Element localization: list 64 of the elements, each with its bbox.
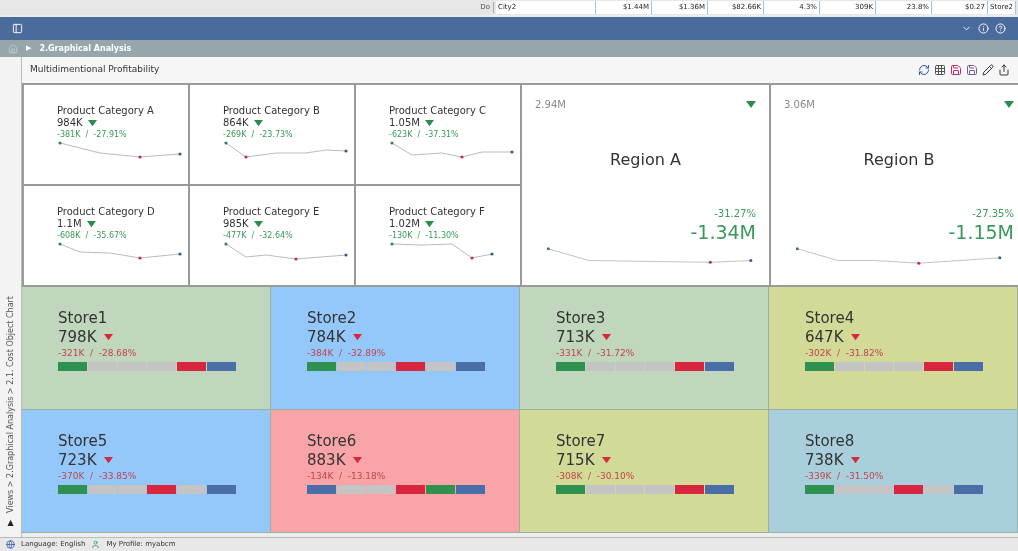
- region-percent: -27.35%: [972, 207, 1014, 221]
- info-icon[interactable]: [978, 23, 989, 34]
- help-icon[interactable]: [995, 23, 1006, 34]
- store-value: 713K: [556, 328, 595, 347]
- category-delta: -269K / -23.73%: [223, 129, 294, 140]
- store-delta: -331K / -31.72%: [556, 347, 636, 360]
- region-percent: -31.27%: [714, 207, 756, 221]
- store-name: Store5: [58, 432, 109, 451]
- category-value: 1.05M: [389, 117, 420, 129]
- store-name: Store3: [556, 309, 607, 328]
- category-delta: -130K / -11.30%: [389, 230, 460, 241]
- category-value: 985K: [223, 218, 249, 230]
- category-name: Product Category E: [223, 206, 321, 218]
- store-name: Store2: [307, 309, 358, 328]
- store-name: Store6: [307, 432, 358, 451]
- category-delta: -477K / -32.64%: [223, 230, 294, 241]
- grid-icon[interactable]: [934, 64, 946, 76]
- store-delta: -302K / -31.82%: [805, 347, 885, 360]
- panel-title: Multidimentional Profitability: [30, 63, 160, 77]
- region-change: -1.15M: [948, 221, 1014, 243]
- store-value: 883K: [307, 451, 346, 470]
- user-icon: [91, 540, 101, 549]
- category-value: 1.02M: [389, 218, 420, 230]
- category-value: 1.1M: [57, 218, 82, 230]
- category-delta: -623K / -37.31%: [389, 129, 460, 140]
- category-name: Product Category B: [223, 105, 321, 117]
- region-total: 3.06M: [784, 98, 815, 112]
- store-delta: -134K / -13.18%: [307, 470, 387, 483]
- collapse-arrow[interactable]: ▲: [7, 517, 14, 529]
- layout-toggle-icon[interactable]: [12, 23, 23, 34]
- store-name: Store4: [805, 309, 856, 328]
- category-name: Product Category C: [389, 105, 487, 117]
- category-name: Product Category F: [389, 206, 486, 218]
- refresh-icon[interactable]: [918, 64, 930, 76]
- store-value: 723K: [58, 451, 97, 470]
- store-delta: -339K / -31.50%: [805, 470, 885, 483]
- category-delta: -381K / -27.91%: [57, 129, 128, 140]
- globe-icon: [6, 540, 15, 549]
- store-delta: -308K / -30.10%: [556, 470, 636, 483]
- region-name: Region B: [863, 149, 935, 171]
- store-value: 798K: [58, 328, 97, 347]
- region-name: Region A: [610, 149, 681, 171]
- region-total: 2.94M: [535, 98, 566, 112]
- store-value: 715K: [556, 451, 595, 470]
- category-delta: -608K / -35.67%: [57, 230, 128, 241]
- store-value: 738K: [805, 451, 844, 470]
- category-value: 984K: [57, 117, 83, 129]
- category-name: Product Category A: [57, 105, 155, 117]
- export-icon[interactable]: [998, 64, 1010, 76]
- side-path: Views > 2.Graphical Analysis > 2.1. Cost Object Chart: [4, 296, 16, 513]
- store-name: Store8: [805, 432, 856, 451]
- store-name: Store7: [556, 432, 607, 451]
- store-name: Store1: [58, 309, 109, 328]
- category-value: 864K: [223, 117, 249, 129]
- save-icon[interactable]: [950, 64, 962, 76]
- store-delta: -384K / -32.89%: [307, 347, 387, 360]
- category-name: Product Category D: [57, 206, 156, 218]
- save-as-icon[interactable]: [966, 64, 978, 76]
- store-delta: -370K / -33.85%: [58, 470, 138, 483]
- store-value: 647K: [805, 328, 844, 347]
- store-value: 784K: [307, 328, 346, 347]
- edit-icon[interactable]: [982, 64, 994, 76]
- store-delta: -321K / -28.68%: [58, 347, 138, 360]
- region-change: -1.34M: [690, 221, 756, 243]
